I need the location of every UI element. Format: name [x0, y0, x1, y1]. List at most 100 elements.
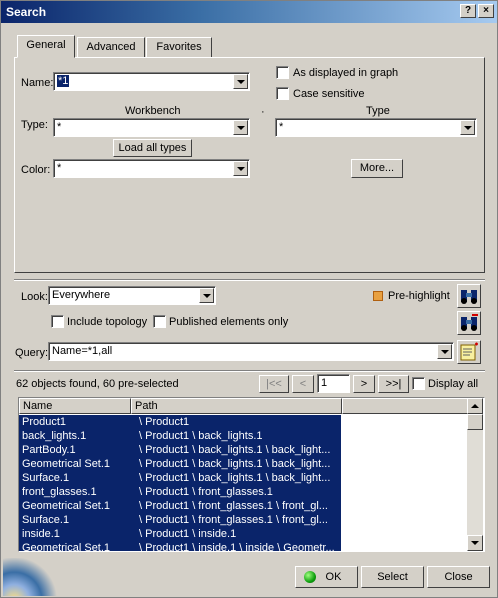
name-combo[interactable]: *1	[53, 72, 250, 91]
row-name: PartBody.1	[22, 444, 76, 456]
row-path: \ Product1 \ front_glasses.1	[139, 486, 273, 498]
table-row[interactable]: Geometrical Set.1 \ Product1 \ front_glas…	[19, 499, 341, 513]
separator-dot: ·	[261, 106, 265, 118]
query-combo[interactable]: Name=*1,all	[48, 342, 454, 361]
scroll-thumb[interactable]	[467, 414, 483, 430]
divider	[14, 370, 485, 372]
window-title: Search	[6, 5, 47, 19]
row-name: front_glasses.1	[22, 486, 97, 498]
row-path: \ Product1 \ back_lights.1	[139, 430, 263, 442]
color-combo[interactable]: *	[53, 159, 250, 178]
binoculars-icon[interactable]	[457, 284, 481, 308]
include-topology-label: Include topology	[67, 316, 148, 328]
results-scrollbar[interactable]	[467, 398, 483, 551]
name-label: Name:	[21, 77, 54, 89]
table-row[interactable]: PartBody.1 \ Product1 \ back_lights.1 \ b…	[19, 443, 341, 457]
prehighlight-label: Pre-highlight	[388, 290, 450, 302]
row-path: \ Product1 \ front_glasses.1 \ front_gl.…	[139, 500, 328, 512]
add-favorite-icon[interactable]	[457, 340, 481, 364]
row-path: \ Product1 \ back_lights.1 \ back_light.…	[139, 444, 331, 456]
results-summary: 62 objects found, 60 pre-selected	[16, 378, 179, 390]
ok-label: OK	[325, 571, 342, 583]
chevron-down-icon[interactable]	[460, 120, 475, 135]
logo-decoration	[3, 558, 59, 596]
column-header-empty	[342, 398, 468, 414]
row-path: \ Product1 \ inside.1 \ inside \ Geometr…	[139, 542, 335, 552]
next-page-button[interactable]: >	[353, 375, 375, 393]
table-row[interactable]: back_lights.1 \ Product1 \ back_lights.1	[19, 429, 341, 443]
close-button[interactable]: Close	[427, 566, 490, 588]
binoculars-select-icon[interactable]	[457, 311, 481, 335]
row-name: Product1	[22, 416, 67, 428]
row-name: Geometrical Set.1	[22, 542, 111, 552]
display-all-checkbox[interactable]	[412, 377, 425, 390]
prev-page-button[interactable]: <	[292, 375, 314, 393]
table-row[interactable]: Geometrical Set.1 \ Product1 \ inside.1 \…	[19, 541, 341, 552]
scroll-down-button[interactable]	[467, 535, 483, 551]
query-value: Name=*1,all	[52, 345, 113, 357]
query-label: Query:	[15, 347, 49, 359]
row-name: Surface.1	[22, 514, 70, 526]
as-displayed-checkbox[interactable]	[276, 66, 289, 79]
load-all-types-button[interactable]: Load all types	[113, 139, 192, 157]
case-sensitive-label: Case sensitive	[293, 88, 365, 100]
type-combo[interactable]: *	[275, 118, 477, 137]
type-header: Type	[366, 105, 390, 117]
first-page-button[interactable]: |<<	[259, 375, 289, 393]
tab-general[interactable]: General	[17, 35, 75, 58]
results-table[interactable]: Name Path Product1 \ Product1 back_lights…	[18, 397, 485, 552]
more-button[interactable]: More...	[351, 159, 403, 178]
table-row[interactable]: Surface.1 \ Product1 \ front_glasses.1 \ …	[19, 513, 341, 527]
chevron-down-icon[interactable]	[233, 74, 248, 89]
row-name: Geometrical Set.1	[22, 500, 111, 512]
ok-button[interactable]: OK	[295, 566, 358, 588]
color-label: Color:	[21, 164, 51, 176]
workbench-header: Workbench	[125, 105, 181, 117]
scroll-up-button[interactable]	[467, 398, 483, 414]
look-combo[interactable]: Everywhere	[48, 286, 216, 305]
published-only-checkbox[interactable]	[153, 315, 166, 328]
table-row[interactable]: front_glasses.1 \ Product1 \ front_glasse…	[19, 485, 341, 499]
help-button[interactable]: ?	[460, 4, 476, 18]
prehighlight-indicator[interactable]	[373, 291, 383, 301]
select-button[interactable]: Select	[361, 566, 424, 588]
search-dialog: Search ? × General Advanced Favorites Na…	[0, 0, 498, 598]
row-path: \ Product1 \ back_lights.1 \ back_light.…	[139, 458, 331, 470]
row-name: Surface.1	[22, 472, 70, 484]
chevron-down-icon[interactable]	[233, 161, 248, 176]
row-name: inside.1	[22, 528, 60, 540]
close-window-button[interactable]: ×	[478, 4, 494, 18]
chevron-down-icon[interactable]	[233, 120, 248, 135]
column-header-path[interactable]: Path	[131, 398, 342, 414]
workbench-value: *	[57, 121, 62, 133]
look-value: Everywhere	[52, 289, 111, 301]
title-bar: Search ? ×	[1, 1, 497, 23]
divider	[14, 279, 485, 281]
page-input[interactable]: 1	[317, 374, 350, 393]
tab-advanced[interactable]: Advanced	[77, 37, 145, 58]
name-value: *1	[57, 75, 70, 87]
chevron-down-icon[interactable]	[437, 344, 452, 359]
row-path: \ Product1	[139, 416, 190, 428]
row-name: back_lights.1	[22, 430, 87, 442]
case-sensitive-checkbox[interactable]	[276, 87, 289, 100]
row-path: \ Product1 \ front_glasses.1 \ front_gl.…	[139, 514, 328, 526]
table-row[interactable]: inside.1 \ Product1 \ inside.1	[19, 527, 341, 541]
chevron-down-icon[interactable]	[199, 288, 214, 303]
row-path: \ Product1 \ inside.1	[139, 528, 237, 540]
table-row[interactable]: Geometrical Set.1 \ Product1 \ back_light…	[19, 457, 341, 471]
column-header-name[interactable]: Name	[19, 398, 131, 414]
workbench-combo[interactable]: *	[53, 118, 250, 137]
table-row[interactable]: Product1 \ Product1	[19, 415, 341, 429]
include-topology-checkbox[interactable]	[51, 315, 64, 328]
last-page-button[interactable]: >>|	[378, 375, 409, 393]
look-label: Look:	[21, 291, 48, 303]
tab-favorites[interactable]: Favorites	[146, 37, 212, 58]
row-path: \ Product1 \ back_lights.1 \ back_light.…	[139, 472, 331, 484]
type-value: *	[279, 121, 284, 133]
published-only-label: Published elements only	[169, 316, 289, 328]
display-all-label: Display all	[428, 378, 479, 390]
row-name: Geometrical Set.1	[22, 458, 111, 470]
table-row[interactable]: Surface.1 \ Product1 \ back_lights.1 \ ba…	[19, 471, 341, 485]
green-light-icon	[304, 571, 316, 583]
